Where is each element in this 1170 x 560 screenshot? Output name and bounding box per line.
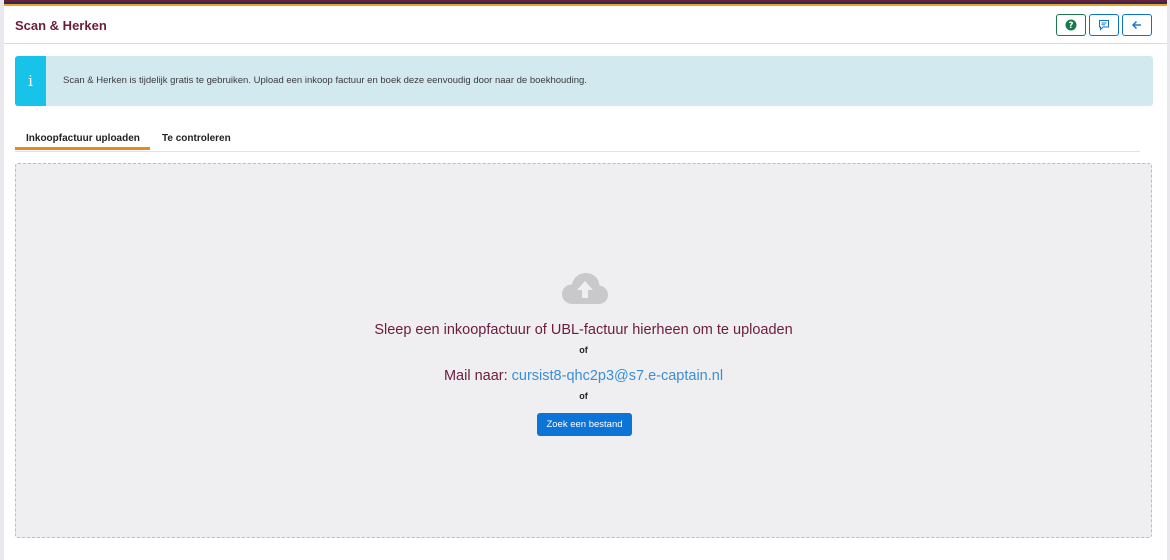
help-button[interactable]: ? (1056, 14, 1086, 36)
or-separator: of (579, 345, 588, 355)
choose-file-button[interactable]: Zoek een bestand (537, 413, 632, 436)
or-separator: of (579, 391, 588, 401)
info-icon: i (15, 56, 46, 106)
tab-inkoopfactuur-uploaden[interactable]: Inkoopfactuur uploaden (26, 133, 140, 144)
mail-line: Mail naar: cursist8-qhc2p3@s7.e-captain.… (16, 368, 1151, 384)
cloud-upload-icon (562, 273, 608, 304)
info-banner: i Scan & Herken is tijdelijk gratis te g… (15, 56, 1153, 106)
feedback-button[interactable] (1089, 14, 1119, 36)
mail-prefix: Mail naar: (443, 368, 508, 384)
tab-te-controleren[interactable]: Te controleren (162, 133, 231, 144)
page-title: Scan & Herken (15, 18, 107, 33)
back-button[interactable] (1122, 14, 1152, 36)
arrow-left-icon (1132, 21, 1141, 29)
svg-text:?: ? (1069, 21, 1074, 31)
page-header: Scan & Herken ? (4, 7, 1167, 44)
active-tab-indicator (15, 147, 150, 150)
mail-address-link[interactable]: cursist8-qhc2p3@s7.e-captain.nl (512, 368, 723, 384)
feedback-icon (1099, 20, 1109, 31)
help-icon: ? (1065, 19, 1077, 31)
tab-bar: Inkoopfactuur uploaden Te controleren (15, 130, 1140, 152)
drag-drop-text: Sleep een inkoopfactuur of UBL-factuur h… (374, 322, 793, 338)
info-message: Scan & Herken is tijdelijk gratis te geb… (63, 75, 587, 86)
upload-dropzone[interactable]: Sleep een inkoopfactuur of UBL-factuur h… (15, 163, 1152, 538)
brand-stripe (4, 0, 1167, 7)
